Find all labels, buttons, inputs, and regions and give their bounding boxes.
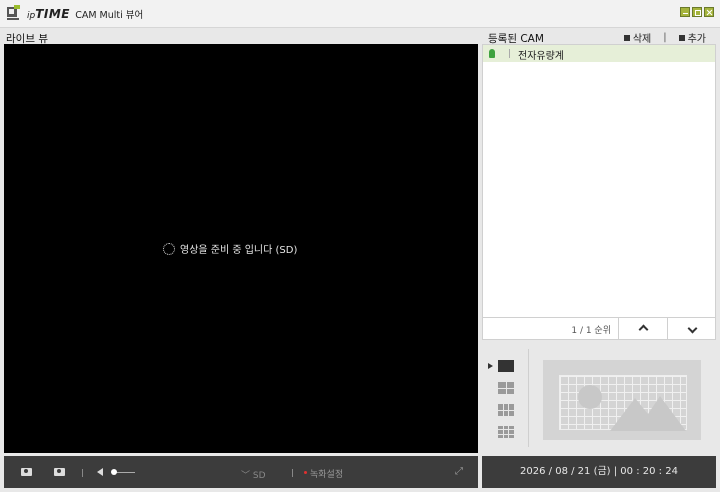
divider [82, 469, 83, 477]
title-bar: ipTIME CAM Multi 뷰어 [0, 0, 720, 28]
layout-1x1-icon[interactable] [498, 360, 514, 372]
speaker-icon[interactable] [97, 468, 103, 476]
page-up-button[interactable] [618, 318, 667, 339]
close-button[interactable] [704, 7, 714, 17]
cam-list-item[interactable]: 전자유량계 [483, 45, 715, 62]
page-indicator: 1 / 1 순위 [571, 326, 611, 336]
video-control-bar: ﹀ SD 녹화설정 ⤢ [4, 456, 478, 488]
cam-actions: 삭제 | 추가 [623, 30, 706, 45]
layout-selector [482, 346, 716, 450]
chevron-up-icon [638, 324, 648, 335]
photo-folder-icon[interactable] [54, 468, 65, 476]
layout-3x3-icon[interactable] [498, 426, 514, 438]
record-settings-button[interactable]: 녹화설정 [310, 467, 343, 480]
preview-placeholder-image [559, 375, 687, 431]
add-square-icon [678, 35, 685, 41]
divider [528, 349, 529, 447]
divider [509, 49, 510, 58]
add-button[interactable]: 추가 [678, 30, 706, 45]
loading-indicator: 영상을 준비 중 입니다 (SD) [163, 241, 297, 256]
cam-online-icon [489, 49, 495, 58]
layout-3x2-icon[interactable] [498, 404, 514, 416]
divider [292, 469, 293, 477]
window-controls [680, 7, 714, 17]
quality-label: SD [252, 471, 266, 481]
brand-subtitle: CAM Multi 뷰어 [75, 10, 144, 21]
cam-name: 전자유량계 [518, 51, 564, 62]
layout-2x2-icon[interactable] [498, 382, 514, 394]
selected-arrow-icon [488, 363, 493, 369]
snapshot-camera-icon[interactable] [21, 468, 32, 476]
maximize-button[interactable] [692, 7, 702, 17]
divider: | [663, 32, 667, 43]
minimize-button[interactable] [680, 7, 690, 17]
page-down-button[interactable] [667, 318, 716, 339]
brand-time: TIME [35, 7, 71, 21]
loading-text: 영상을 준비 중 입니다 (SD) [180, 245, 298, 256]
cam-list: 전자유량계 [482, 44, 716, 318]
iptime-logo-icon [7, 5, 20, 20]
app-title: ipTIME CAM Multi 뷰어 [27, 7, 143, 21]
quality-select[interactable]: ﹀ SD [241, 468, 266, 481]
layout-preview [543, 360, 701, 440]
delete-button[interactable]: 삭제 [623, 30, 651, 45]
brand-ip: ip [27, 11, 36, 21]
delete-square-icon [623, 35, 630, 41]
record-indicator-icon [304, 471, 307, 474]
spinner-icon [163, 242, 175, 255]
datetime-display: 2026 / 08 / 21 (금) | 00 : 20 : 24 [482, 456, 716, 488]
cam-pager: 1 / 1 순위 [482, 318, 716, 340]
fullscreen-icon[interactable]: ⤢ [455, 467, 465, 477]
chevron-down-icon [687, 323, 697, 334]
volume-slider-knob[interactable] [111, 469, 117, 475]
placeholder-image-icon [578, 385, 686, 431]
